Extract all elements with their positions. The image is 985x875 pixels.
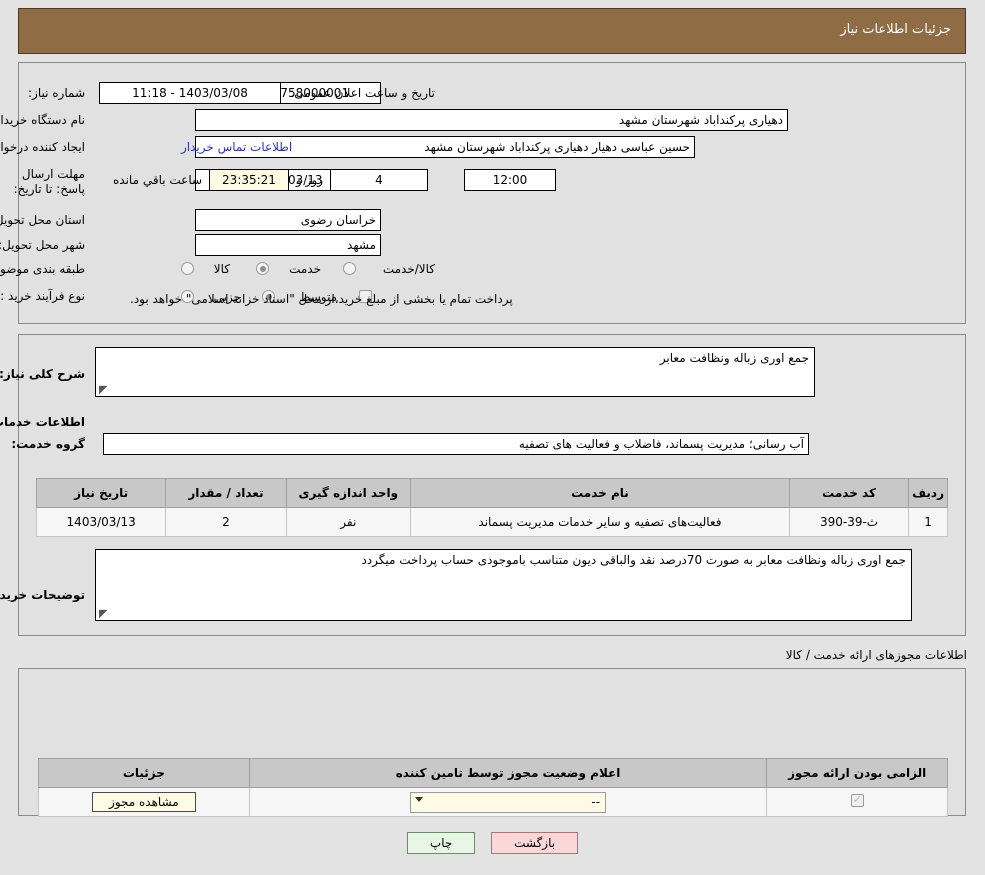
deadline-time-field[interactable]: 12:00	[464, 169, 556, 191]
announce-datetime-label: تاریخ و ساعت اعلان عمومی:	[290, 86, 435, 100]
col-radif: ردیف	[908, 478, 948, 508]
remaining-days-field[interactable]: 4	[330, 169, 428, 191]
service-group-label: گروه خدمت:	[11, 437, 85, 451]
resize-grip-icon[interactable]: ◥	[99, 383, 109, 396]
services-table: ردیف کد خدمت نام خدمت واحد اندازه گیری ت…	[35, 478, 948, 537]
cell-date: 1403/03/13	[35, 507, 167, 537]
category-radio-khedmat[interactable]	[256, 262, 269, 275]
cell-permit-required	[766, 787, 948, 817]
col-unit: واحد اندازه گیری	[285, 478, 411, 508]
requester-label: ایجاد کننده درخواست:	[0, 140, 85, 154]
cell-permit-status: --	[248, 787, 768, 817]
deadline-label: مهلت ارسال پاسخ: تا تاریخ:	[13, 167, 85, 196]
summary-text: جمع اوری زباله ونظافت معابر	[659, 351, 809, 365]
services-table-header-row: ردیف کد خدمت نام خدمت واحد اندازه گیری ت…	[35, 478, 948, 508]
category-label-kala: کالا	[213, 262, 230, 276]
view-permit-button[interactable]: مشاهده مجوز	[92, 792, 196, 812]
col-date: تاریخ نیاز	[35, 478, 167, 508]
col-qty: تعداد / مقدار	[165, 478, 287, 508]
city-field[interactable]: مشهد	[195, 234, 381, 256]
remaining-hours-label: ساعت باقي مانده	[113, 173, 203, 187]
city-label: شهر محل تحویل:	[0, 238, 85, 252]
cell-qty: 2	[165, 507, 287, 537]
col-permit-required: الزامی بودن ارائه مجوز	[766, 758, 948, 788]
treasury-bond-note: پرداخت تمام یا بخشی از مبلغ خرید،از محل …	[130, 292, 513, 306]
col-name: نام خدمت	[409, 478, 790, 508]
permits-caption: اطلاعات مجوزهای ارائه خدمت / کالا	[785, 648, 967, 662]
category-label-kala-khedmat: کالا/خدمت	[382, 262, 435, 276]
countdown-field: 23:35:21	[209, 169, 289, 191]
buyer-contact-link[interactable]: اطلاعات تماس خریدار	[181, 140, 292, 154]
cell-code: ث-39-390	[788, 507, 910, 537]
province-field[interactable]: خراسان رضوی	[195, 209, 381, 231]
table-row: -- مشاهده مجوز	[38, 787, 948, 817]
cell-permit-details: مشاهده مجوز	[38, 787, 250, 817]
page-title: جزئیات اطلاعات نیاز	[840, 22, 951, 37]
announce-datetime-field[interactable]: 1403/03/08 - 11:18	[99, 82, 281, 104]
col-permit-details: جزئیات	[38, 758, 250, 788]
province-label: استان محل تحویل:	[0, 213, 85, 227]
footer-button-bar: بازگشت چاپ	[0, 832, 985, 854]
permits-table-header-row: الزامی بودن ارائه مجوز اعلام وضعیت مجوز …	[38, 758, 948, 788]
summary-label: شرح کلی نیاز:	[0, 367, 85, 381]
buyer-notes-label: توضیحات خریدار:	[0, 588, 85, 602]
print-button[interactable]: چاپ	[406, 832, 476, 854]
table-row: 1 ث-39-390 فعالیت‌های تصفیه و سایر خدمات…	[35, 507, 948, 537]
category-radio-kala-khedmat[interactable]	[343, 262, 356, 275]
service-group-field[interactable]: آب رسانی؛ مدیریت پسماند، فاضلاب و فعالیت…	[103, 433, 809, 455]
buyer-org-field[interactable]: دهیاری پرکنداباد شهرستان مشهد	[195, 109, 788, 131]
back-button[interactable]: بازگشت	[491, 832, 579, 854]
chevron-down-icon	[415, 796, 424, 802]
category-label-khedmat: خدمت	[289, 262, 321, 276]
resize-grip-icon[interactable]: ◥	[99, 607, 109, 620]
cell-radif: 1	[908, 507, 948, 537]
permit-status-value: --	[591, 794, 601, 809]
category-label: طبقه بندی موضوعی:	[0, 262, 85, 276]
window-titlebar: جزئیات اطلاعات نیاز	[18, 8, 966, 54]
services-info-caption: اطلاعات خدمات مورد نیاز	[0, 415, 85, 429]
col-permit-status: اعلام وضعیت مجوز توسط تامین کننده	[248, 758, 768, 788]
cell-name: فعالیت‌های تصفیه و سایر خدمات مدیریت پسم…	[409, 507, 790, 537]
buyer-org-label: نام دستگاه خریدار:	[0, 113, 85, 127]
permit-status-select[interactable]: --	[410, 791, 607, 813]
buyer-notes-textarea[interactable]: جمع اوری زباله ونظافت معابر به صورت 70در…	[95, 549, 912, 621]
buyer-notes-text: جمع اوری زباله ونظافت معابر به صورت 70در…	[361, 553, 906, 567]
cell-unit: نفر	[285, 507, 411, 537]
need-number-label: شماره نیاز:	[28, 86, 85, 100]
permit-required-checkbox	[850, 793, 864, 807]
remaining-days-label: روز و	[296, 173, 323, 187]
col-code: کد خدمت	[788, 478, 910, 508]
process-type-label: نوع فرآیند خرید :	[0, 289, 85, 303]
permits-table: الزامی بودن ارائه مجوز اعلام وضعیت مجوز …	[38, 758, 948, 817]
category-radio-kala[interactable]	[181, 262, 194, 275]
summary-textarea[interactable]: جمع اوری زباله ونظافت معابر ◥	[95, 347, 815, 397]
